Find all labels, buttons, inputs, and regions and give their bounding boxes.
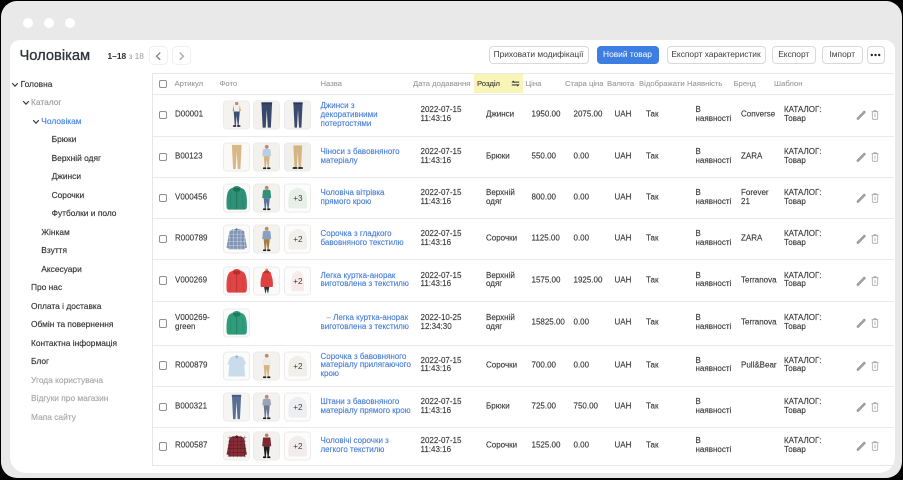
svg-text:+2: +2 (293, 276, 303, 285)
svg-text:+2: +2 (293, 361, 303, 370)
svg-text:+2: +2 (293, 403, 303, 412)
svg-text:+2: +2 (293, 442, 303, 451)
svg-text:+2: +2 (293, 235, 303, 244)
svg-text:+3: +3 (293, 194, 303, 203)
